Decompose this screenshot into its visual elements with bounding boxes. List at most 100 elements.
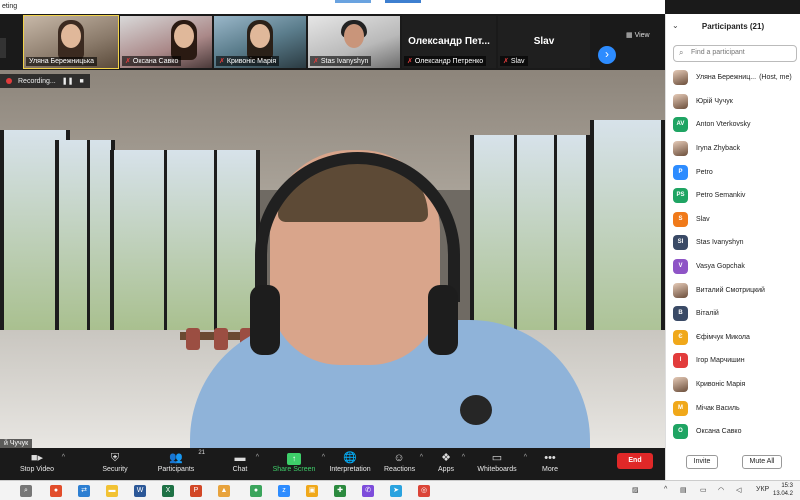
- muted-mic-icon: ✗: [503, 58, 509, 65]
- search-icon[interactable]: ⌕: [20, 485, 32, 497]
- participant-thumbnail[interactable]: Олександр Пет... ✗ Олександр Петренко: [402, 16, 496, 68]
- participant-row[interactable]: Кривоніс Марія: [666, 373, 800, 397]
- participant-thumbnail[interactable]: ✗ Stas Ivanyshyn: [308, 16, 400, 68]
- participant-video: [250, 24, 270, 48]
- participant-name: Petro: [696, 168, 713, 176]
- chevron-up-icon[interactable]: ^: [524, 454, 527, 461]
- folder-icon[interactable]: ▬: [106, 485, 118, 497]
- participant-row[interactable]: AV Anton Vterkovsky: [666, 113, 800, 137]
- chevron-up-icon[interactable]: ^: [462, 454, 465, 461]
- apps-button[interactable]: ❖ Apps ^: [436, 450, 465, 473]
- teamviewer-icon[interactable]: ⇄: [78, 485, 90, 497]
- video-background: [186, 328, 200, 350]
- participant-row[interactable]: О Оксана Савко: [666, 420, 800, 444]
- video-background: [214, 150, 217, 330]
- participant-row[interactable]: PS Petro Semankiv: [666, 184, 800, 208]
- stop-icon[interactable]: ■: [79, 78, 83, 85]
- headset-mic: [460, 395, 492, 425]
- chevron-right-icon[interactable]: ›: [598, 46, 616, 64]
- participant-thumbnail[interactable]: ✗ Оксана Савко: [120, 16, 212, 68]
- meeting-toolbar: ■▸ Stop Video ^ ⛨ Security 👥 Participant…: [0, 448, 665, 480]
- participant-row[interactable]: Iryna Zhyback: [666, 137, 800, 161]
- participants-count: 21: [198, 450, 205, 456]
- chevron-up-icon[interactable]: ^: [62, 454, 65, 461]
- chrome-icon[interactable]: ◎: [418, 485, 430, 497]
- participants-button[interactable]: 👥 Participants 21: [155, 450, 205, 473]
- chevron-up-icon[interactable]: ^: [322, 454, 325, 461]
- participant-video: [61, 24, 81, 48]
- chromium-app-icon[interactable]: ●: [50, 485, 62, 497]
- participant-name: Мічак Василь: [696, 404, 740, 412]
- participant-row[interactable]: S Slav: [666, 208, 800, 232]
- participant-display-name: Slav: [533, 36, 555, 47]
- participant-name: Кривоніс Марія: [226, 58, 277, 65]
- participant-name: Уляна Бережницька: [29, 58, 94, 65]
- app-icon[interactable]: ●: [250, 485, 262, 497]
- people-icon: 👥: [169, 452, 183, 464]
- chat-bubble-icon: ▬: [234, 452, 246, 464]
- more-button[interactable]: ••• More: [540, 450, 560, 473]
- participant-row[interactable]: Юрій Чучук: [666, 90, 800, 114]
- clock[interactable]: 15:3 13.04.2: [773, 482, 793, 498]
- zoom-icon[interactable]: z: [278, 485, 290, 497]
- volume-icon[interactable]: ◁: [736, 486, 741, 494]
- chat-button[interactable]: ▬ Chat ^: [230, 450, 259, 473]
- viber-icon[interactable]: ✆: [362, 485, 374, 497]
- end-meeting-button[interactable]: End: [617, 453, 653, 469]
- participant-row[interactable]: Виталий Смотрицкий: [666, 278, 800, 302]
- chevron-up-icon[interactable]: ^: [256, 454, 259, 461]
- participant-row[interactable]: Уляна Бережниц... (Host, me): [666, 66, 800, 90]
- gallery-icon[interactable]: ▨: [632, 486, 639, 494]
- word-icon[interactable]: W: [134, 485, 146, 497]
- title-indicator: [385, 0, 421, 3]
- language-indicator[interactable]: УКР: [756, 486, 769, 493]
- interpretation-button[interactable]: 🌐 Interpretation: [326, 450, 374, 473]
- powerpoint-icon[interactable]: P: [190, 485, 202, 497]
- video-background: [87, 140, 90, 330]
- view-button[interactable]: ▦ View: [626, 31, 650, 39]
- security-button[interactable]: ⛨ Security: [100, 450, 130, 473]
- stop-video-button[interactable]: ■▸ Stop Video ^: [18, 450, 65, 473]
- pause-icon[interactable]: ❚❚: [62, 77, 74, 85]
- chevron-up-icon[interactable]: ^: [420, 454, 423, 461]
- participant-name: Slav: [696, 215, 710, 223]
- participant-name: Єфімчук Микола: [696, 333, 750, 341]
- participant-row[interactable]: І Ігор Марчишин: [666, 349, 800, 373]
- avatar: SI: [673, 235, 688, 251]
- participant-thumbnail[interactable]: Slav ✗ Slav: [498, 16, 590, 68]
- participant-name-label: ✗ Stas Ivanyshyn: [310, 56, 372, 66]
- participant-row[interactable]: Є Єфімчук Микола: [666, 326, 800, 350]
- reactions-button[interactable]: ☺ Reactions ^: [384, 450, 423, 473]
- recording-label: Recording...: [18, 77, 56, 85]
- chevron-up-icon[interactable]: ^: [664, 486, 667, 493]
- interpretation-label: Interpretation: [329, 466, 371, 473]
- participant-name-label: ✗ Slav: [500, 56, 528, 66]
- share-screen-button[interactable]: ↑ Share Screen ^: [272, 450, 325, 473]
- app-icon[interactable]: ✚: [334, 485, 346, 497]
- search-icon: ⌕: [679, 48, 684, 57]
- whiteboard-icon: ▭: [491, 452, 503, 464]
- telegram-icon[interactable]: ➤: [390, 485, 402, 497]
- invite-button[interactable]: Invite: [686, 455, 718, 469]
- participant-row[interactable]: В Віталій: [666, 302, 800, 326]
- app-icon[interactable]: ▣: [306, 485, 318, 497]
- participant-row[interactable]: P Petro: [666, 160, 800, 184]
- participant-row[interactable]: М Мічак Василь: [666, 396, 800, 420]
- network-icon[interactable]: ▤: [680, 486, 687, 494]
- mute-all-button[interactable]: Mute All: [742, 455, 782, 469]
- recording-indicator: Recording... ❚❚ ■: [0, 74, 90, 88]
- clock-date: 13.04.2: [773, 491, 794, 497]
- video-background: [554, 135, 557, 335]
- strip-scroll-left[interactable]: [0, 38, 6, 58]
- participant-thumbnail[interactable]: ✗ Кривоніс Марія: [214, 16, 306, 68]
- participant-row[interactable]: SI Stas Ivanyshyn: [666, 231, 800, 255]
- participant-thumbnail[interactable]: Уляна Бережницька: [23, 15, 119, 69]
- whiteboards-button[interactable]: ▭ Whiteboards ^: [476, 450, 527, 473]
- wifi-icon[interactable]: ◠: [718, 486, 724, 494]
- os-taskbar: ⌕ ● ⇄ ▬ W X P ▲ ● z ▣ ✚ ✆ ➤ ◎ ▨ ^ ▤ ▭ ◠ …: [0, 480, 800, 500]
- excel-icon[interactable]: X: [162, 485, 174, 497]
- battery-icon[interactable]: ▭: [700, 486, 707, 494]
- participant-search-input[interactable]: ⌕ Find a participant: [673, 45, 797, 62]
- participant-row[interactable]: V Vasya Gopchak: [666, 255, 800, 279]
- app-icon[interactable]: ▲: [218, 485, 230, 497]
